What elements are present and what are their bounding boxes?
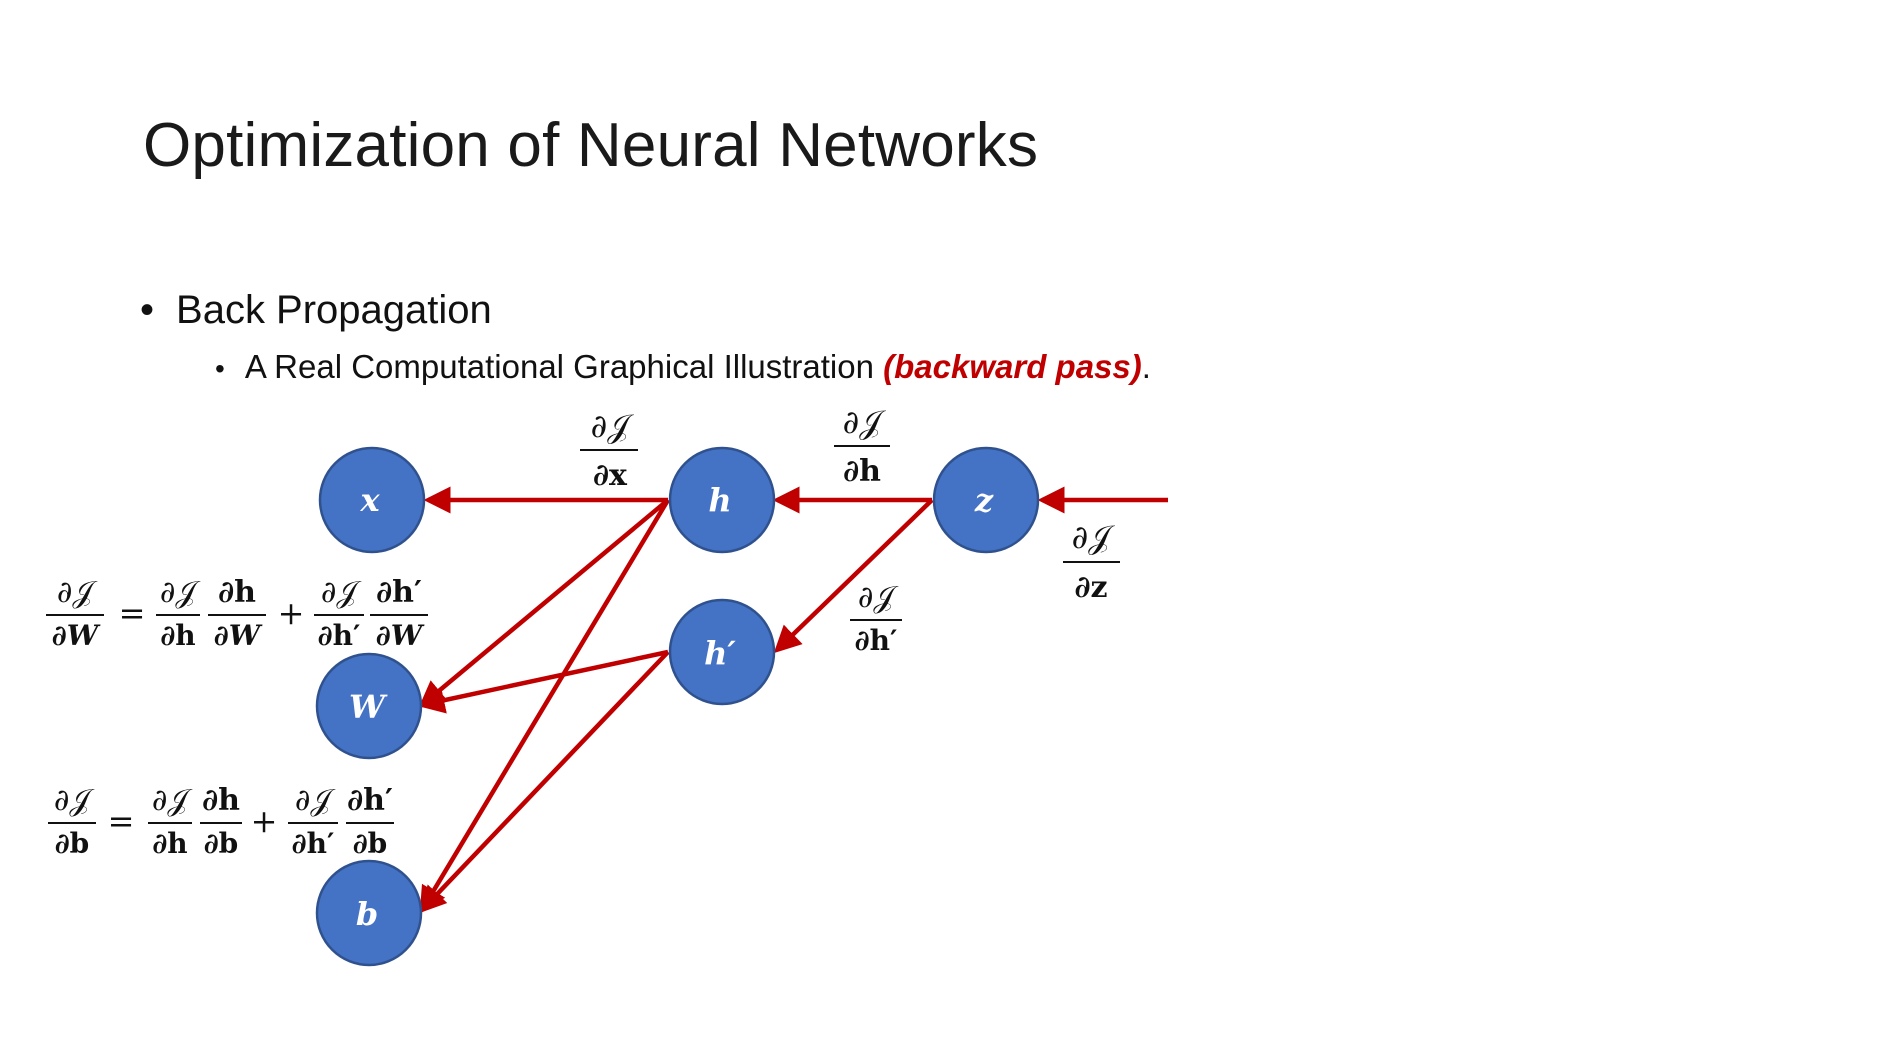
- node-hprime-label: h′: [704, 634, 736, 672]
- node-b: b: [315, 859, 423, 967]
- eqW-lhs-num: ∂𝒥: [57, 575, 99, 610]
- eqb-plus: +: [251, 802, 278, 840]
- grad-dh-numerator: ∂𝒥: [843, 403, 887, 441]
- eqW-t1b-den: ∂W: [214, 619, 263, 652]
- node-h: h: [668, 446, 776, 554]
- edge-hprime-to-W: [417, 649, 669, 714]
- grad-dhp-denominator: ∂h′: [855, 624, 898, 657]
- eqW-t2b-den: ∂W: [376, 619, 425, 652]
- grad-dx-denominator: ∂x: [593, 458, 628, 493]
- eqb-t2b-den: ∂b: [353, 827, 388, 860]
- eqW-t2a-den: ∂h′: [318, 619, 361, 652]
- eqb-t1a-den: ∂h: [152, 827, 187, 860]
- eqb-t1b-den: ∂b: [204, 827, 239, 860]
- eqW-t2b-num: ∂h′: [376, 575, 422, 610]
- grad-dhp-numerator: ∂𝒥: [858, 580, 900, 615]
- node-W-label: W: [349, 688, 388, 726]
- node-x: x: [318, 446, 426, 554]
- node-z: z: [932, 446, 1040, 554]
- eqW-t2a-num: ∂𝒥: [321, 575, 363, 610]
- grad-dh-denominator: ∂h: [843, 454, 881, 489]
- grad-dz-numerator: ∂𝒥: [1072, 518, 1116, 556]
- grad-label-dJ-dh: ∂𝒥 ∂h: [834, 403, 890, 489]
- eqb-lhs-num: ∂𝒥: [54, 783, 96, 818]
- eqW-equals: =: [119, 594, 146, 632]
- grad-label-dJ-dx: ∂𝒥 ∂x: [580, 407, 638, 493]
- equation-dJ-dW: ∂𝒥 ∂W = ∂𝒥 ∂h ∂h ∂W + ∂𝒥 ∂h′ ∂h′ ∂W: [46, 575, 428, 652]
- node-x-label: x: [359, 481, 380, 519]
- eqb-t1b-num: ∂h: [202, 783, 240, 818]
- grad-label-dJ-dhprime: ∂𝒥 ∂h′: [850, 580, 902, 657]
- equation-dJ-db: ∂𝒥 ∂b = ∂𝒥 ∂h ∂h ∂b + ∂𝒥 ∂h′ ∂h′ ∂b: [48, 783, 394, 860]
- grad-dz-denominator: ∂z: [1074, 570, 1107, 605]
- node-z-label: z: [974, 481, 994, 519]
- eqb-t2b-num: ∂h′: [347, 783, 393, 818]
- eqb-t1a-num: ∂𝒥: [152, 783, 194, 818]
- node-W: W: [315, 652, 423, 760]
- edge-h-to-W: [418, 498, 670, 708]
- node-hprime: h′: [668, 598, 776, 706]
- eqW-plus: +: [278, 594, 305, 632]
- edge-hprime-to-b: [418, 650, 670, 914]
- grad-dx-numerator: ∂𝒥: [591, 407, 635, 445]
- eqb-t2a-den: ∂h′: [292, 827, 335, 860]
- eqb-equals: =: [108, 802, 135, 840]
- eqW-t1a-num: ∂𝒥: [160, 575, 202, 610]
- edges: [417, 486, 1168, 914]
- eqW-lhs-den: ∂W: [52, 619, 101, 652]
- slide: Optimization of Neural Networks • Back Pr…: [0, 0, 1882, 1053]
- eqb-t2a-num: ∂𝒥: [295, 783, 337, 818]
- edge-h-to-b: [419, 498, 670, 914]
- eqW-t1b-num: ∂h: [218, 575, 256, 610]
- node-b-label: b: [356, 895, 378, 933]
- eqW-t1a-den: ∂h: [160, 619, 195, 652]
- grad-label-dJ-dz: ∂𝒥 ∂z: [1063, 518, 1120, 605]
- computational-graph: x h z h′ W b ∂𝒥 ∂x ∂𝒥 ∂h ∂𝒥 ∂z ∂𝒥 ∂h′ ∂𝒥…: [46, 403, 1168, 967]
- node-h-label: h: [708, 481, 731, 519]
- eqb-lhs-den: ∂b: [55, 827, 90, 860]
